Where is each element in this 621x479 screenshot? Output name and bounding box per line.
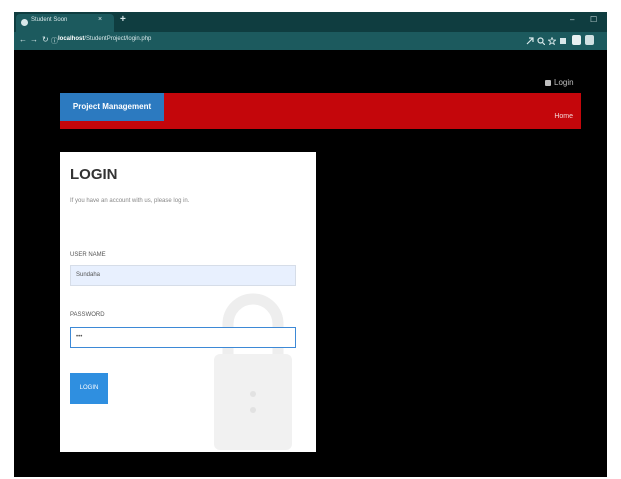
address-bar[interactable]: localhost/StudentProject/login.php [58, 36, 151, 42]
top-login-label: Login [554, 78, 574, 87]
web-page: Login Project Management Home LOGIN If y… [14, 50, 607, 477]
tab-title: Student Soon [31, 17, 68, 23]
browser-tab[interactable]: Student Soon × [16, 14, 114, 32]
username-input[interactable]: Sundaha [70, 265, 296, 286]
login-button[interactable]: LOGIN [70, 373, 108, 404]
login-title: LOGIN [70, 166, 118, 183]
browser-window: Student Soon × + – ☐ ← → ↻ ⓘ localhost/S… [14, 12, 607, 477]
password-input[interactable]: ••• [70, 327, 296, 348]
extensions-icon[interactable] [559, 37, 567, 45]
forward-arrow-icon[interactable]: → [30, 35, 38, 44]
share-icon[interactable] [526, 37, 534, 45]
site-header: Project Management Home [60, 93, 581, 129]
restore-icon[interactable]: ☐ [590, 15, 597, 24]
nav-home-link[interactable]: Home [554, 113, 573, 120]
url-path: /StudentProject/login.php [84, 36, 152, 42]
reload-icon[interactable]: ↻ [42, 35, 49, 44]
tab-strip: Student Soon × + – ☐ [14, 12, 607, 32]
lock-illustration [214, 293, 292, 450]
user-icon [545, 79, 551, 86]
back-arrow-icon[interactable]: ← [19, 35, 27, 44]
menu-icon[interactable] [585, 35, 594, 45]
browser-favicon-icon [21, 19, 28, 26]
info-icon[interactable]: ⓘ [51, 36, 58, 46]
star-icon[interactable] [548, 37, 556, 45]
close-tab-icon[interactable]: × [98, 16, 102, 23]
login-card: LOGIN If you have an account with us, pl… [60, 152, 316, 452]
new-tab-button[interactable]: + [120, 14, 126, 25]
minimize-icon[interactable]: – [570, 15, 574, 24]
browser-toolbar: ← → ↻ ⓘ localhost/StudentProject/login.p… [14, 32, 607, 50]
search-icon[interactable] [537, 37, 545, 45]
profile-icon[interactable] [572, 35, 581, 45]
top-login-link[interactable]: Login [545, 78, 574, 87]
login-subtitle: If you have an account with us, please l… [70, 198, 190, 204]
url-host: localhost [58, 36, 85, 42]
username-label: USER NAME [70, 252, 106, 258]
password-label: PASSWORD [70, 312, 105, 318]
brand-link[interactable]: Project Management [60, 93, 164, 121]
